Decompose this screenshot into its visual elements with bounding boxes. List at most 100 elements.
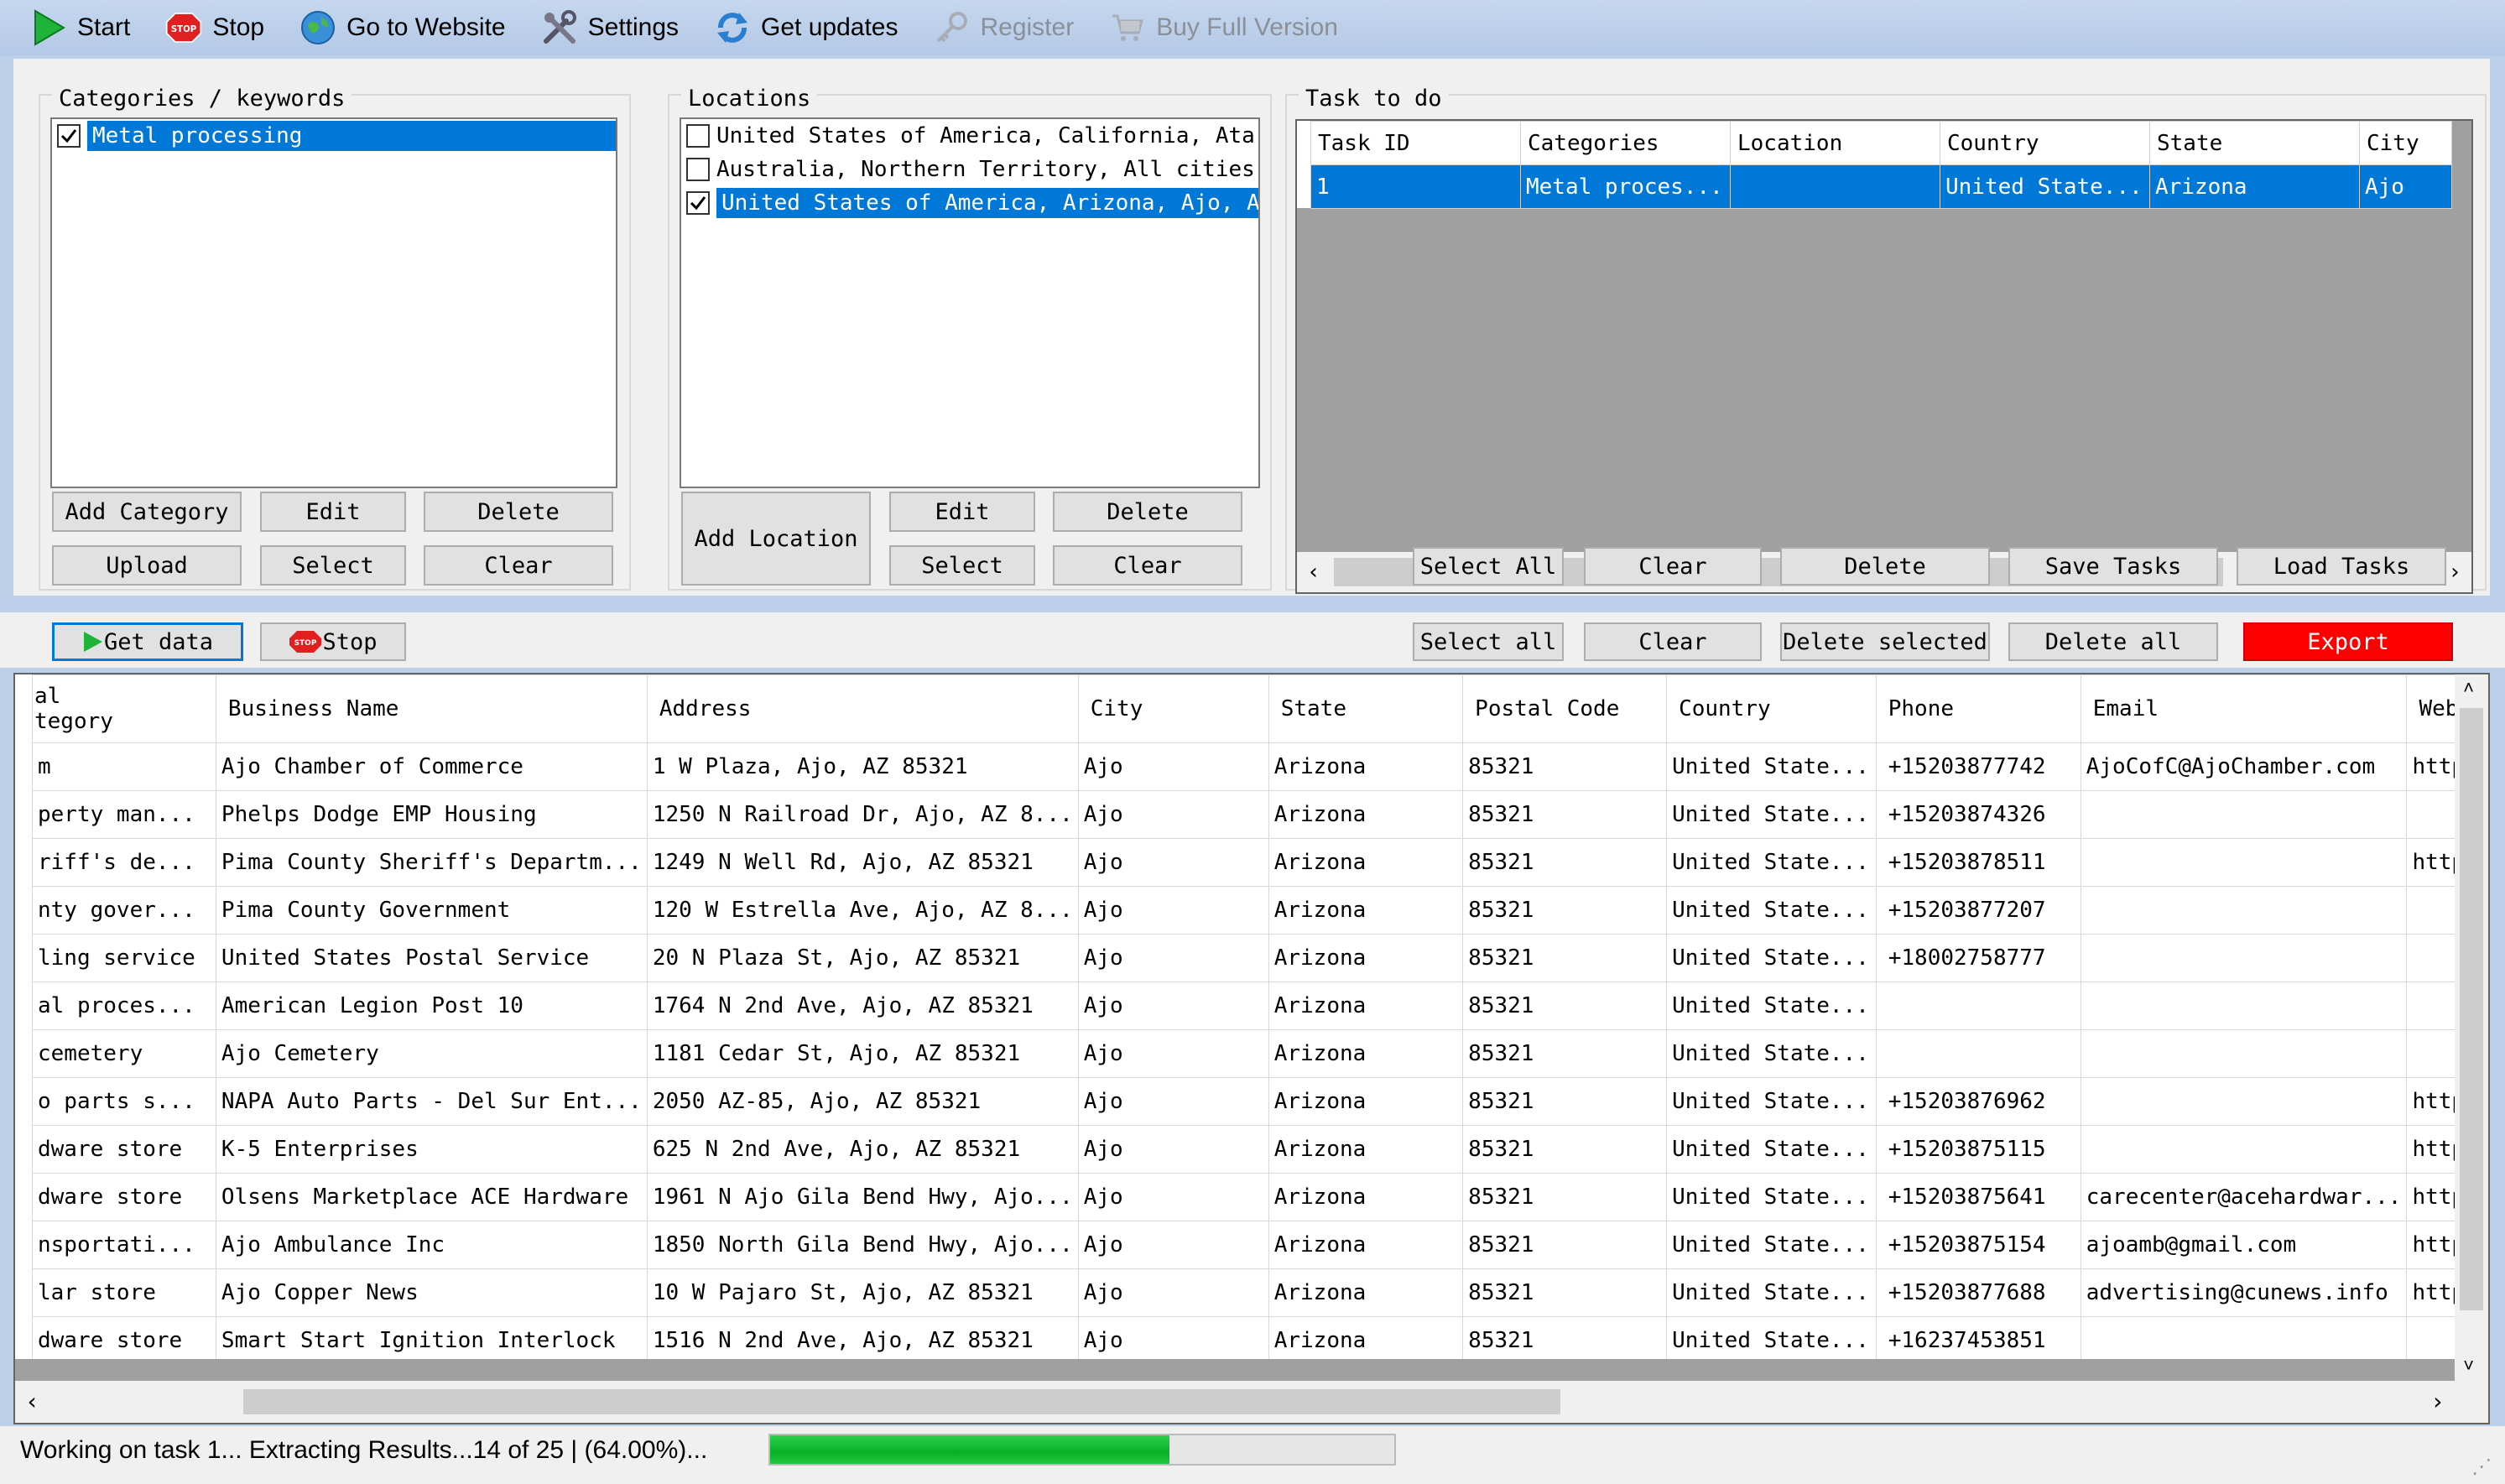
results-cell-business-name: Pima County Government [215, 886, 648, 935]
results-grid[interactable]: al tegory Business Name Address City Sta… [13, 673, 2490, 1424]
results-vertical-scrollbar[interactable]: ˄ ˅ [2455, 674, 2488, 1381]
results-cell-phone [1875, 982, 2081, 1030]
export-button[interactable]: Export [2243, 622, 2453, 661]
add-category-button[interactable]: Add Category [52, 492, 242, 532]
get-data-button[interactable]: Get data [52, 622, 243, 661]
start-button[interactable]: Start [30, 3, 130, 53]
edit-category-button[interactable]: Edit [260, 492, 406, 532]
results-cell-category: dware store [32, 1173, 216, 1221]
results-horizontal-scrollbar[interactable]: ‹ › [15, 1381, 2488, 1423]
results-row[interactable]: lar store Ajo Copper News 10 W Pajaro St, … [32, 1268, 2488, 1317]
results-col-email[interactable]: Email [2080, 674, 2408, 743]
location-checkbox[interactable] [686, 158, 710, 181]
select-location-button[interactable]: Select [889, 545, 1035, 586]
settings-button[interactable]: Settings [541, 3, 679, 53]
delete-selected-button[interactable]: Delete selected [1780, 622, 1990, 661]
go-to-website-button[interactable]: Go to Website [299, 3, 506, 53]
status-text: Working on task 1... Extracting Results.… [20, 1436, 708, 1464]
results-col-postal-code[interactable]: Postal Code [1462, 674, 1668, 743]
scroll-right-icon[interactable]: › [2430, 1388, 2445, 1415]
buy-full-version-button[interactable]: Buy Full Version [1109, 3, 1338, 53]
delete-all-button[interactable]: Delete all [2008, 622, 2218, 661]
results-cell-email [2080, 790, 2408, 839]
results-row[interactable]: al proces... American Legion Post 10 1764 … [32, 982, 2488, 1030]
scroll-up-icon[interactable]: ˄ [2463, 678, 2474, 700]
select-all-results-button[interactable]: Select all [1413, 622, 1564, 661]
results-row[interactable]: o parts s... NAPA Auto Parts - Del Sur En… [32, 1077, 2488, 1126]
add-location-button[interactable]: Add Location [681, 492, 871, 586]
task-col-id[interactable]: Task ID [1310, 121, 1521, 165]
task-header-row: Task ID Categories Location Country Stat… [1310, 121, 2452, 165]
register-label: Register [980, 13, 1075, 41]
task-row[interactable]: 1 Metal proces... United State... Arizon… [1310, 164, 2452, 209]
location-item[interactable]: United States of America, California, At… [681, 119, 1258, 153]
results-col-category[interactable]: al tegory [32, 674, 216, 743]
results-cell-address: 1764 N 2nd Ave, Ajo, AZ 85321 [646, 982, 1079, 1030]
register-button[interactable]: Register [933, 3, 1074, 53]
category-checkbox[interactable] [57, 124, 81, 148]
resize-grip-icon[interactable]: ⋰ [2471, 1455, 2492, 1479]
results-col-business-name[interactable]: Business Name [215, 674, 648, 743]
edit-location-button[interactable]: Edit [889, 492, 1035, 532]
task-col-country[interactable]: Country [1940, 121, 2150, 165]
results-cell-business-name: Ajo Cemetery [215, 1029, 648, 1078]
categories-list[interactable]: Metal processing [50, 117, 617, 488]
clear-tasks-button[interactable]: Clear [1584, 547, 1762, 586]
results-row[interactable]: m Ajo Chamber of Commerce 1 W Plaza, Ajo, … [32, 742, 2488, 791]
stop-sign-icon: STOP [165, 9, 202, 46]
clear-category-button[interactable]: Clear [424, 545, 613, 586]
results-row[interactable]: dware store Olsens Marketplace ACE Hardwa… [32, 1173, 2488, 1221]
results-col-city[interactable]: City [1077, 674, 1269, 743]
select-all-tasks-button[interactable]: Select All [1413, 547, 1564, 586]
results-col-address[interactable]: Address [646, 674, 1079, 743]
category-item[interactable]: Metal processing [52, 119, 616, 153]
clear-results-button[interactable]: Clear [1584, 622, 1762, 661]
results-hscroll-thumb[interactable] [243, 1389, 1560, 1414]
stop-data-button[interactable]: STOP Stop [260, 622, 406, 661]
stop-sign-text: STOP [171, 25, 197, 34]
results-col-state[interactable]: State [1268, 674, 1464, 743]
stop-button[interactable]: STOP Stop [165, 3, 264, 53]
results-row[interactable]: nsportati... Ajo Ambulance Inc 1850 North … [32, 1221, 2488, 1269]
task-col-state[interactable]: State [2149, 121, 2360, 165]
results-row[interactable]: nty gover... Pima County Government 120 W … [32, 886, 2488, 935]
results-row[interactable]: perty man... Phelps Dodge EMP Housing 1250… [32, 790, 2488, 839]
results-row[interactable]: dware store K-5 Enterprises 625 N 2nd Ave,… [32, 1125, 2488, 1174]
task-col-city[interactable]: City [2359, 121, 2452, 165]
scroll-left-icon[interactable]: ‹ [1307, 560, 1320, 585]
save-tasks-button[interactable]: Save Tasks [2008, 547, 2218, 586]
results-col-phone[interactable]: Phone [1875, 674, 2081, 743]
results-vscroll-thumb[interactable] [2460, 708, 2483, 1310]
clear-location-button[interactable]: Clear [1053, 545, 1242, 586]
results-row[interactable]: dware store Smart Start Ignition Interloc… [32, 1316, 2488, 1365]
results-row[interactable]: cemetery Ajo Cemetery 1181 Cedar St, Ajo, … [32, 1029, 2488, 1078]
results-cell-email [2080, 1077, 2408, 1126]
results-cell-phone: +18002758777 [1875, 934, 2081, 982]
results-cell-business-name: NAPA Auto Parts - Del Sur Ent... [215, 1077, 648, 1126]
task-table: Task ID Categories Location Country Stat… [1310, 121, 2452, 209]
location-item[interactable]: United States of America, Arizona, Ajo, … [681, 186, 1258, 220]
action-row: Get data STOP Stop Select all Clear Dele… [0, 612, 2505, 668]
location-checkbox[interactable] [686, 191, 710, 215]
get-updates-button[interactable]: Get updates [714, 3, 898, 53]
locations-list[interactable]: United States of America, California, At… [680, 117, 1260, 488]
select-category-button[interactable]: Select [260, 545, 406, 586]
results-col-country[interactable]: Country [1666, 674, 1877, 743]
scroll-right-icon[interactable]: › [2448, 560, 2461, 585]
scroll-left-icon[interactable]: ‹ [25, 1388, 39, 1415]
task-col-categories[interactable]: Categories [1520, 121, 1731, 165]
results-row[interactable]: riff's de... Pima County Sheriff's Depart… [32, 838, 2488, 887]
delete-location-button[interactable]: Delete [1053, 492, 1242, 532]
delete-tasks-button[interactable]: Delete [1780, 547, 1990, 586]
results-cell-country: United State... [1666, 886, 1877, 935]
scroll-down-icon[interactable]: ˅ [2463, 1356, 2474, 1377]
results-row[interactable]: ling service United States Postal Service… [32, 934, 2488, 982]
results-cell-state: Arizona [1268, 1221, 1464, 1269]
location-item[interactable]: Australia, Northern Territory, All citie… [681, 153, 1258, 186]
location-checkbox[interactable] [686, 124, 710, 148]
task-grid[interactable]: Task ID Categories Location Country Stat… [1295, 119, 2473, 594]
delete-category-button[interactable]: Delete [424, 492, 613, 532]
load-tasks-button[interactable]: Load Tasks [2237, 547, 2446, 586]
task-col-location[interactable]: Location [1730, 121, 1940, 165]
upload-category-button[interactable]: Upload [52, 545, 242, 586]
